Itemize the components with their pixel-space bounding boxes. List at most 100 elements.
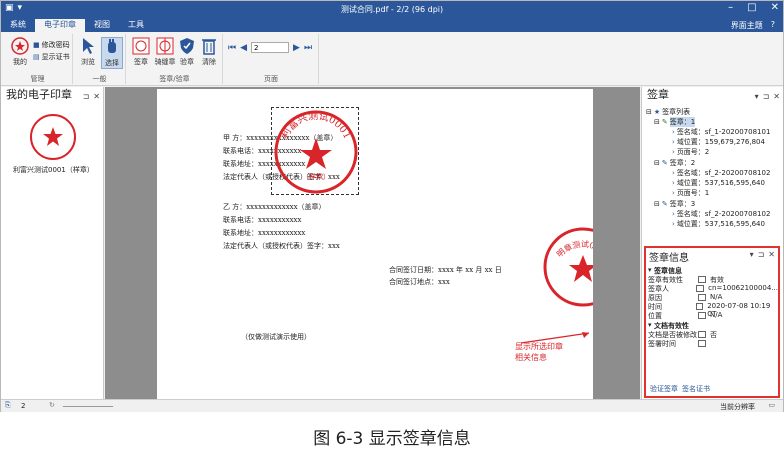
pin-icon[interactable]: ⊐ <box>83 89 90 105</box>
group-sign: 签章 骑缝章 验章 清除 签章/验章 <box>127 34 223 84</box>
signature-panel: 签章 ▾ ⊐ ✕ ⊟ ★ 签章列表 ⊟ ✎ 签章：1 › 签名域：sf_1-202… <box>641 87 783 399</box>
minimize-icon[interactable]: – <box>728 2 733 13</box>
riding-seal-label: 骑缝章 <box>154 58 176 66</box>
last-page-icon[interactable]: ⏭ <box>304 43 312 53</box>
sign-button[interactable]: 签章 <box>130 37 152 67</box>
checkbox <box>698 294 706 301</box>
pin-icon[interactable]: ⊐ <box>763 89 770 105</box>
show-cert-label: 显示证书 <box>41 53 70 61</box>
ribbon-tabs: 系统 电子印章 视图 工具 界面主题 ? <box>1 18 783 32</box>
verify-signature-link[interactable]: 验证签章 <box>650 384 678 394</box>
signature-panel-title: 签章 ▾ ⊐ ✕ <box>642 87 783 103</box>
signature-2-label: 签章：2 <box>669 159 696 167</box>
collapse-icon[interactable]: ⊟ <box>646 108 652 116</box>
group-management: 我的 ■ 修改密码 ▤ 显示证书 管理 <box>3 34 73 84</box>
clear-label: 清除 <box>202 58 216 66</box>
info-row: 位置 N/A <box>648 311 778 321</box>
signature-3-label: 签章：3 <box>669 200 696 208</box>
select-button[interactable]: 选择 <box>101 37 123 69</box>
tree-field: › 签名域：sf_2-20200708102 <box>672 209 770 219</box>
signature-cert-link[interactable]: 签名证书 <box>682 384 710 394</box>
browse-button[interactable]: 浏览 <box>77 37 99 67</box>
page-navigator: ⏮ ◀ ▶ ⏭ <box>228 42 312 53</box>
selected-seal[interactable]: 利富兴测试0001 （样章） <box>271 107 359 195</box>
prev-page-icon[interactable]: ◀ <box>240 43 247 53</box>
chevron-right-icon: › <box>672 210 675 218</box>
info-title: 签章信息 <box>649 253 689 264</box>
signature-2-position: 域位置：537,516,595,640 <box>676 179 765 187</box>
hand-icon <box>102 38 122 56</box>
signature-1-page: 页面号：2 <box>676 148 710 156</box>
theme-menu[interactable]: 界面主题 <box>731 20 763 31</box>
signature-tree[interactable]: ⊟ ★ 签章列表 ⊟ ✎ 签章：1 › 签名域：sf_1-20200708101 … <box>642 105 782 255</box>
annotation-text: 显示所选印章 相关信息 <box>515 341 563 363</box>
first-page-icon[interactable]: ⏮ <box>228 43 236 53</box>
show-cert-button[interactable]: ▤ 显示证书 <box>33 52 70 62</box>
clear-button[interactable]: 清除 <box>198 37 220 67</box>
checkbox <box>696 285 705 292</box>
party-b-rep: 法定代表人（或授权代表）签字：xxx <box>223 242 340 250</box>
panel-tools: ▾ ⊐ ✕ <box>750 250 775 259</box>
pen-icon: ✎ <box>661 118 668 126</box>
verify-button[interactable]: 验章 <box>176 37 198 67</box>
page-icon: ⎘ <box>5 401 11 409</box>
group-management-label: 管理 <box>30 75 45 83</box>
status-bar: ⎘ 2 ↻ 当前分辨率 ▭ <box>1 399 783 412</box>
modify-password-label: 修改密码 <box>41 41 70 49</box>
group-general: 浏览 选择 一般 <box>74 34 126 84</box>
tree-field: › 页面号：2 <box>672 147 709 157</box>
collapse-icon: ⊟ <box>654 118 660 126</box>
annotation-line-1: 显示所选印章 <box>515 342 563 351</box>
close-icon[interactable]: ✕ <box>771 2 779 13</box>
tab-seal[interactable]: 电子印章 <box>35 19 85 32</box>
tree-item-2[interactable]: ⊟ ✎ 签章：2 <box>654 158 695 168</box>
tab-view[interactable]: 视图 <box>85 19 119 32</box>
signature-title: 签章 <box>647 88 669 101</box>
my-seal-button[interactable]: 我的 <box>9 37 31 67</box>
close-panel-icon[interactable]: ✕ <box>768 250 775 259</box>
browse-label: 浏览 <box>81 58 95 66</box>
dropdown-icon[interactable]: ▾ <box>750 250 754 259</box>
zoom-slider[interactable] <box>63 406 113 407</box>
demo-note: （仅做测试演示使用） <box>241 333 311 341</box>
tab-tools[interactable]: 工具 <box>119 19 153 32</box>
tree-field: › 页面号：1 <box>672 188 709 198</box>
riding-seal-button[interactable]: 骑缝章 <box>154 37 176 67</box>
next-page-icon[interactable]: ▶ <box>293 43 300 53</box>
riding-seal[interactable]: 明章测试0001 <box>541 225 593 309</box>
tree-field: › 域位置：537,516,595,640 <box>672 219 765 229</box>
document-viewer[interactable]: 甲 方：xxxxxxxxxxxxxxxx（盖章） 联系电话：xxxxxxxxxx… <box>105 87 640 399</box>
seal-caption: 利富兴测试0001（样章） <box>13 166 94 174</box>
info-key: 位置 <box>648 312 662 320</box>
pin-icon[interactable]: ⊐ <box>758 250 765 259</box>
key-icon: ■ <box>33 41 40 49</box>
refresh-icon[interactable]: ↻ <box>49 401 55 409</box>
group-sign-label: 签章/验章 <box>159 75 190 83</box>
close-panel-icon[interactable]: ✕ <box>93 89 100 105</box>
svg-text:利富兴测试0001: 利富兴测试0001 <box>279 109 353 141</box>
seal-icon <box>10 37 30 55</box>
info-links: 验证签章 签名证书 <box>650 384 710 394</box>
status-resolution: 当前分辨率 <box>720 403 755 411</box>
tab-system[interactable]: 系统 <box>1 19 35 32</box>
svg-text:明章测试0001: 明章测试0001 <box>555 239 593 259</box>
seal-card[interactable]: 利富兴测试0001（样章） <box>13 113 94 175</box>
checkbox <box>698 340 706 347</box>
page-input[interactable] <box>251 42 290 53</box>
collapse-icon: ⊟ <box>654 200 660 208</box>
maximize-icon[interactable]: □ <box>747 2 756 13</box>
chevron-right-icon: › <box>672 179 675 187</box>
signature-1-name: 签名域：sf_1-20200708101 <box>676 128 771 136</box>
help-icon[interactable]: ? <box>771 20 775 31</box>
tree-item-1[interactable]: ⊟ ✎ 签章：1 <box>654 117 696 127</box>
close-panel-icon[interactable]: ✕ <box>773 89 780 105</box>
info-key: 签署时间 <box>648 340 676 348</box>
dropdown-icon[interactable]: ▾ <box>755 89 759 105</box>
tree-field: › 域位置：537,516,595,640 <box>672 178 765 188</box>
tree-root[interactable]: ⊟ ★ 签章列表 <box>646 107 690 117</box>
group-general-label: 一般 <box>92 75 107 83</box>
tree-item-3[interactable]: ⊟ ✎ 签章：3 <box>654 199 695 209</box>
pen-icon: ✎ <box>661 200 668 208</box>
modify-password-button[interactable]: ■ 修改密码 <box>33 40 70 50</box>
ribbon-right: 界面主题 ? <box>731 20 775 31</box>
